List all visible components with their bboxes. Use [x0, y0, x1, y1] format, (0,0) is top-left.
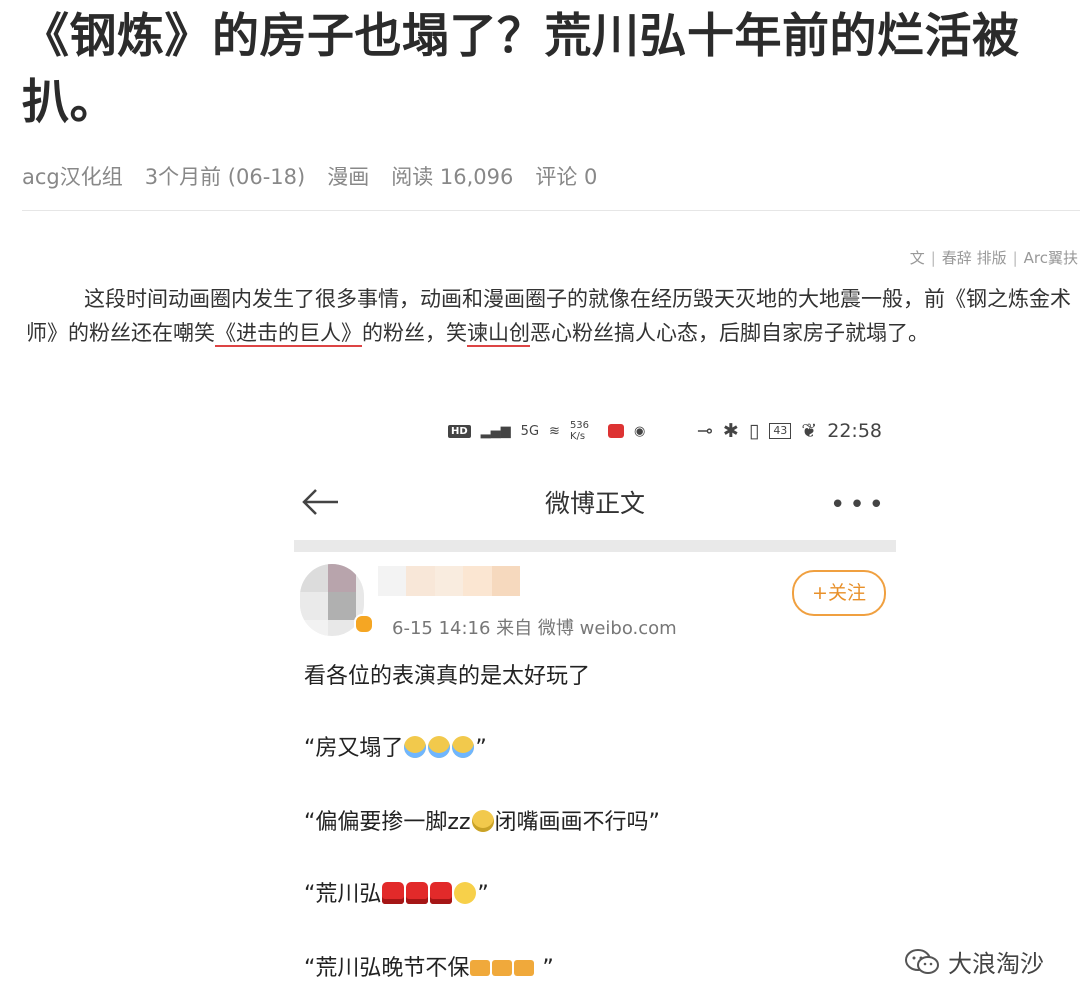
weibo-nav-bar: 微博正文 •••	[294, 462, 896, 540]
post-line: “房又塌了”	[304, 736, 487, 761]
credit-arc: Arc翼扶	[1023, 249, 1078, 267]
candle-emoji-icon	[382, 882, 405, 904]
credit-layout: 春辞 排版	[941, 249, 1007, 267]
nav-title: 微博正文	[544, 489, 645, 518]
post-line: “偏偏要掺一脚zz 闭嘴画画不行吗”	[304, 810, 660, 835]
key-icon: ⊸	[697, 420, 713, 442]
publish-time: 3个月前 (06-18)	[144, 165, 306, 189]
article-paragraph: 这段时间动画圈内发生了很多事情，动画和漫画圈子的就像在经历毁天灭地的大地震一般，…	[26, 282, 1080, 350]
credit-text: 文	[909, 249, 925, 267]
follow-button[interactable]: +关注	[792, 570, 886, 616]
wifi-icon: ≋	[549, 423, 560, 439]
weibo-post: 6-15 14:16 来自 微博 weibo.com +关注 看各位的表演真的是…	[294, 552, 896, 1008]
shield-icon: ◉	[633, 423, 646, 439]
phone-status-bar: HD ▂▄▆ 5G ≋ 536 K/s ◉ ⊸ ✱ ▯ 43 ❦ 22:58	[294, 410, 896, 458]
comment-count[interactable]: 评论 0	[535, 161, 597, 195]
post-line: “荒川弘”	[304, 882, 489, 907]
post-line: “荒川弘晚节不保 ”	[304, 956, 554, 981]
network-label: 5G	[520, 423, 540, 439]
read-count: 阅读 16,096	[391, 165, 514, 189]
nav-divider	[294, 540, 896, 552]
crying-emoji-icon	[452, 736, 475, 758]
thumbs-down-emoji-icon	[470, 960, 491, 976]
speed-label: 536 K/s	[569, 420, 590, 442]
isayama-link[interactable]: 谏山创	[467, 321, 530, 345]
crying-emoji-icon	[404, 736, 427, 758]
battery-icon: 43	[769, 423, 792, 439]
smile-emoji-icon	[454, 882, 477, 904]
username-blurred[interactable]	[378, 566, 521, 596]
article-title: 《钢炼》的房子也塌了？荒川弘十年前的烂活被扒。	[22, 9, 1020, 130]
thumbs-down-emoji-icon	[492, 960, 513, 976]
vibrate-icon: ▯	[748, 420, 760, 442]
category-link[interactable]: 漫画	[327, 161, 369, 195]
hd-icon: HD	[448, 424, 471, 438]
author-link[interactable]: acg汉化组	[22, 161, 123, 195]
divider	[22, 210, 1080, 211]
bluetooth-icon: ✱	[722, 420, 739, 442]
candle-emoji-icon	[406, 882, 429, 904]
paragraph-text-3: 恶心粉丝搞人心态，后脚自家房子就塌了。	[530, 321, 929, 345]
post-time-source: 6-15 14:16 来自 微博 weibo.com	[392, 618, 677, 639]
more-options-icon[interactable]: •••	[830, 490, 888, 520]
app-icon	[607, 424, 624, 438]
weibo-screenshot: HD ▂▄▆ 5G ≋ 536 K/s ◉ ⊸ ✱ ▯ 43 ❦ 22:58 微…	[294, 410, 896, 1008]
aot-link[interactable]: 《进击的巨人》	[215, 321, 362, 345]
candle-emoji-icon	[430, 882, 453, 904]
post-line: 看各位的表演真的是太好玩了	[304, 664, 591, 689]
signal-icon: ▂▄▆	[480, 423, 511, 439]
leaf-icon: ❦	[801, 420, 818, 442]
verified-badge-icon	[354, 614, 374, 634]
article-meta: acg汉化组 3个月前 (06-18) 漫画 阅读 16,096 评论 0	[22, 161, 619, 195]
thumbs-down-emoji-icon	[514, 960, 535, 976]
wechat-icon	[905, 948, 939, 974]
sleepy-emoji-icon	[471, 810, 494, 832]
wechat-watermark: 大浪淘沙	[904, 944, 1044, 979]
clock: 22:58	[827, 420, 882, 442]
crying-emoji-icon	[428, 736, 451, 758]
watermark-text: 大浪淘沙	[948, 950, 1044, 978]
article-credit: 文 | 春辞 排版 | Arc翼扶	[909, 249, 1078, 267]
paragraph-text-2: 的粉丝，笑	[362, 321, 467, 345]
